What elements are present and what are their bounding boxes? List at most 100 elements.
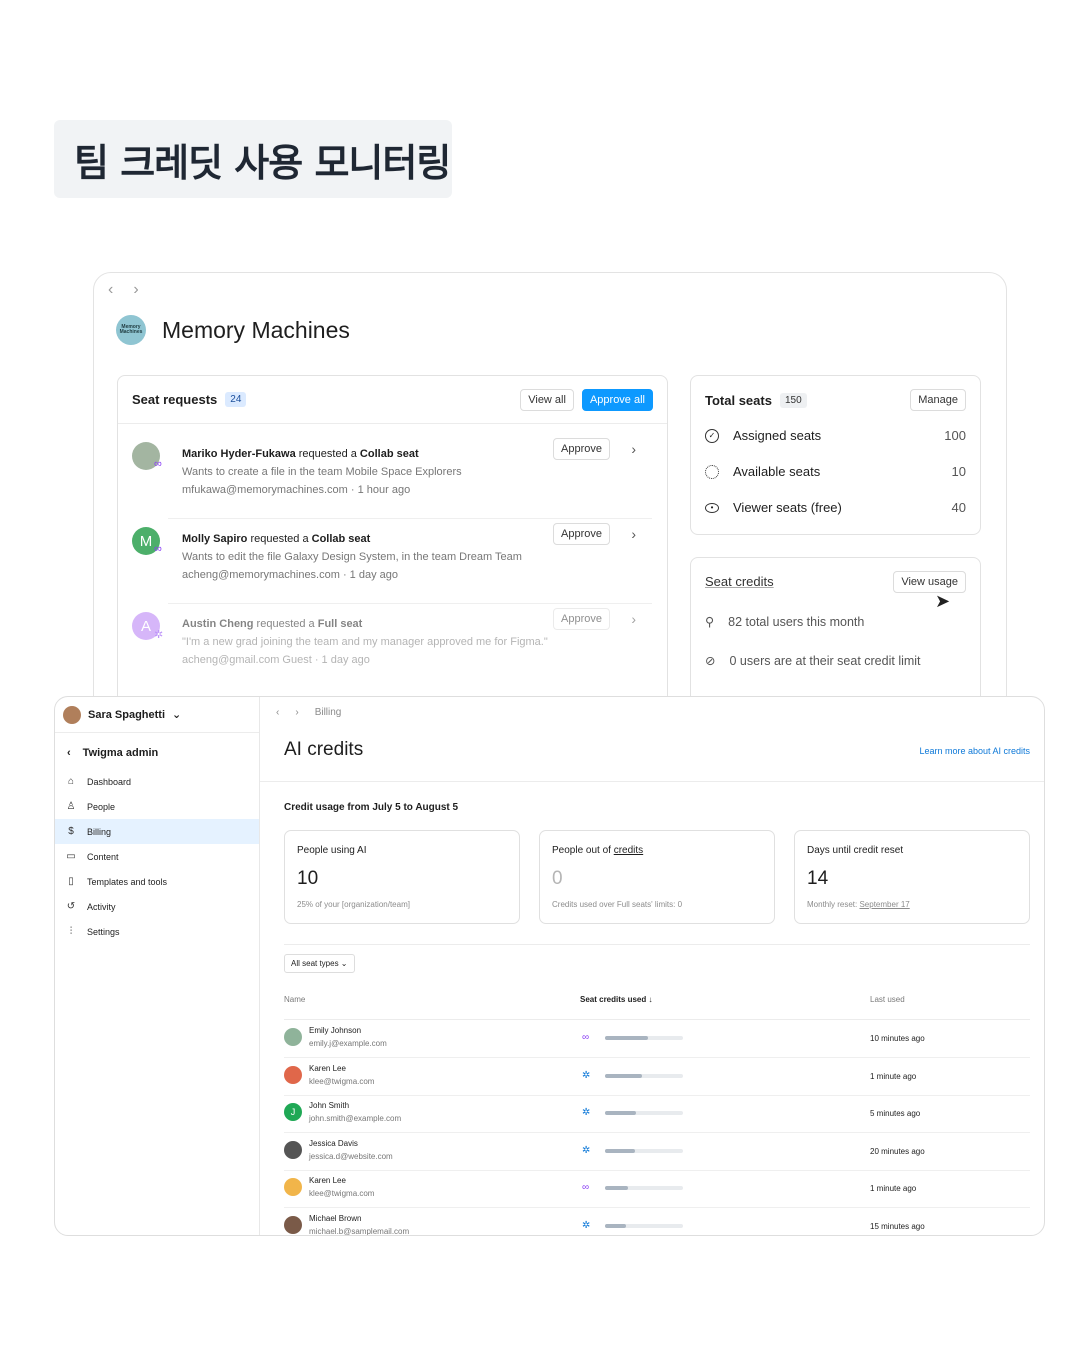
back-arrow-icon[interactable]: ‹ [108,281,113,299]
org-name: Memory Machines [162,316,350,343]
divider [284,944,1030,945]
avatar [284,1216,302,1234]
page-heading: 팀 크레딧 사용 모니터링 [74,140,451,185]
assigned-seats-row: ✓ Assigned seats 100 [705,428,966,443]
sidebar-item-settings[interactable]: ⫶ Settings [55,919,259,944]
request-verb: requested a [253,618,318,630]
stat-value: 10 [297,868,319,889]
credit-usage-bar [605,1073,683,1078]
chevron-right-icon[interactable]: › [631,526,636,542]
request-note: Wants to edit the file Galaxy Design Sys… [182,551,522,563]
approve-button[interactable]: Approve [553,523,610,545]
history-icon: ↺ [66,901,76,912]
stat-desc: 25% of your [organization/team] [297,900,410,909]
seat-type-filter[interactable]: All seat types ⌄ [284,954,355,973]
forward-arrow-icon[interactable]: › [133,281,138,299]
sidebar-back[interactable]: ‹ Twigma admin [55,733,259,759]
table-row[interactable]: J John Smith john.smith@example.com ✲ 5 minu… [284,1095,1030,1134]
sidebar-item-activity[interactable]: ↺ Activity [55,894,259,919]
approve-all-button[interactable]: Approve all [581,388,653,411]
table-row[interactable]: Michael Brown michael.b@samplemail.com ✲ 15… [284,1208,1030,1235]
credit-usage-bar [605,1036,683,1040]
sidebar-item-billing[interactable]: $ Billing [55,819,259,844]
seat-type-icon: ∞ [154,543,162,555]
view-usage-button[interactable]: View usage [893,571,966,593]
requester-name: Austin Cheng [182,618,254,630]
sidebar: Sara Spaghetti ⌄ ‹ Twigma admin ⌂ Dashboa… [55,697,260,1235]
credit-usage-fill [605,1036,648,1040]
table-row[interactable]: Karen Lee klee@twigma.com ✲ 1 minute ago [284,1058,1030,1096]
billing-window: Sara Spaghetti ⌄ ‹ Twigma admin ⌂ Dashboa… [54,696,1045,1236]
approve-button[interactable]: Approve [553,438,610,460]
stat-desc: Credits used over Full seats' limits: 0 [552,900,683,909]
org-header: Memory Machines Memory Machines [116,315,350,345]
view-all-button[interactable]: View all [520,388,574,411]
approve-button[interactable]: Approve [553,608,610,630]
chevron-down-icon: ⌄ [172,709,182,721]
seat-credits-link[interactable]: Seat credits [705,574,774,589]
request-meta: acheng@gmail.com Guest · 1 day ago [182,654,370,666]
requester-name: Mariko Hyder-Fukawa [182,448,296,460]
credit-usage-bar [605,1224,683,1228]
avatar [63,705,81,724]
column-header-last-used[interactable]: Last used [870,995,905,1004]
user-icon: ♙ [66,801,76,812]
user-email: emily.j@example.com [309,1039,387,1048]
seat-request-item[interactable]: M ∞ Molly Sapiro requested a Collab seat Wa… [132,523,652,608]
stat-desc-text: Monthly reset: [807,900,860,909]
sidebar-item-label: Billing [87,826,112,837]
user-switcher[interactable]: Sara Spaghetti ⌄ [55,697,259,733]
total-seats-header: Total seats 150 Manage [691,376,980,424]
forward-arrow-icon[interactable]: › [295,707,298,718]
back-arrow-icon[interactable]: ‹ [276,707,279,718]
seat-row-label: Viewer seats (free) [733,500,842,515]
full-seat-icon: ✲ [582,1220,591,1231]
user-name: John Smith [309,1101,350,1111]
requested-seat: Collab seat [311,533,371,545]
sliders-icon: ⫶ [69,926,73,937]
sidebar-item-dashboard[interactable]: ⌂ Dashboard [55,769,259,794]
sidebar-item-people[interactable]: ♙ People [55,794,259,819]
column-header-name[interactable]: Name [284,995,305,1004]
mouse-cursor-icon: ➤ [935,591,951,611]
seat-row-value: 100 [944,428,966,443]
no-entry-icon: ⊘ [705,654,716,668]
credit-usage-fill [605,1111,637,1116]
learn-more-link[interactable]: Learn more about AI credits [919,746,1030,756]
seat-row-label: Available seats [733,464,821,479]
viewer-seats-row: • Viewer seats (free) 40 [705,500,966,515]
sidebar-item-content[interactable]: ▭ Content [55,844,259,869]
reset-date-link[interactable]: September 17 [859,900,909,909]
credit-usage-fill [605,1186,629,1191]
credits-link[interactable]: credits [614,845,643,856]
main-content: ‹ › Billing AI credits Learn more about … [260,697,1044,1235]
requester-name: Molly Sapiro [182,533,248,545]
last-used: 20 minutes ago [870,1146,925,1156]
requested-seat: Collab seat [359,448,419,460]
last-used: 15 minutes ago [870,1222,925,1231]
stat-value: 14 [807,868,829,889]
stat-title: People using AI [297,845,367,856]
seat-type-icon: ✲ [154,629,164,641]
chevron-right-icon[interactable]: › [631,441,636,457]
breadcrumb-current[interactable]: Billing [315,707,342,718]
table-row[interactable]: Jessica Davis jessica.d@website.com ✲ 20 mi… [284,1133,1030,1171]
total-seats-title: Total seats [705,392,772,408]
user-name: Michael Brown [309,1214,362,1223]
seat-request-item[interactable]: ∞ Mariko Hyder-Fukawa requested a Collab … [132,438,652,523]
sidebar-nav: ⌂ Dashboard ♙ People $ Billing ▭ Content ▯ Te… [55,769,259,944]
seat-requests-count: 24 [225,392,247,407]
request-note: Wants to create a file in the team Mobil… [182,466,462,478]
sidebar-item-templates[interactable]: ▯ Templates and tools [55,869,259,894]
table-row[interactable]: Karen Lee klee@twigma.com ∞ 1 minute ago [284,1170,1030,1209]
manage-button[interactable]: Manage [910,389,966,411]
chevron-right-icon[interactable]: › [631,611,636,627]
seat-request-item[interactable]: A ✲ Austin Cheng requested a Full seat "I'm… [132,608,652,693]
credit-row-text: 0 users are at their seat credit limit [729,653,921,668]
sidebar-item-label: Settings [87,926,120,937]
table-row[interactable]: Emily Johnson emily.j@example.com ∞ 10 minu… [284,1020,1030,1058]
org-logo: Memory Machines [116,315,146,345]
column-header-credits[interactable]: Seat credits used ↓ [580,995,652,1004]
avatar [284,1028,302,1046]
breadcrumb: ‹ › Billing [276,707,341,718]
